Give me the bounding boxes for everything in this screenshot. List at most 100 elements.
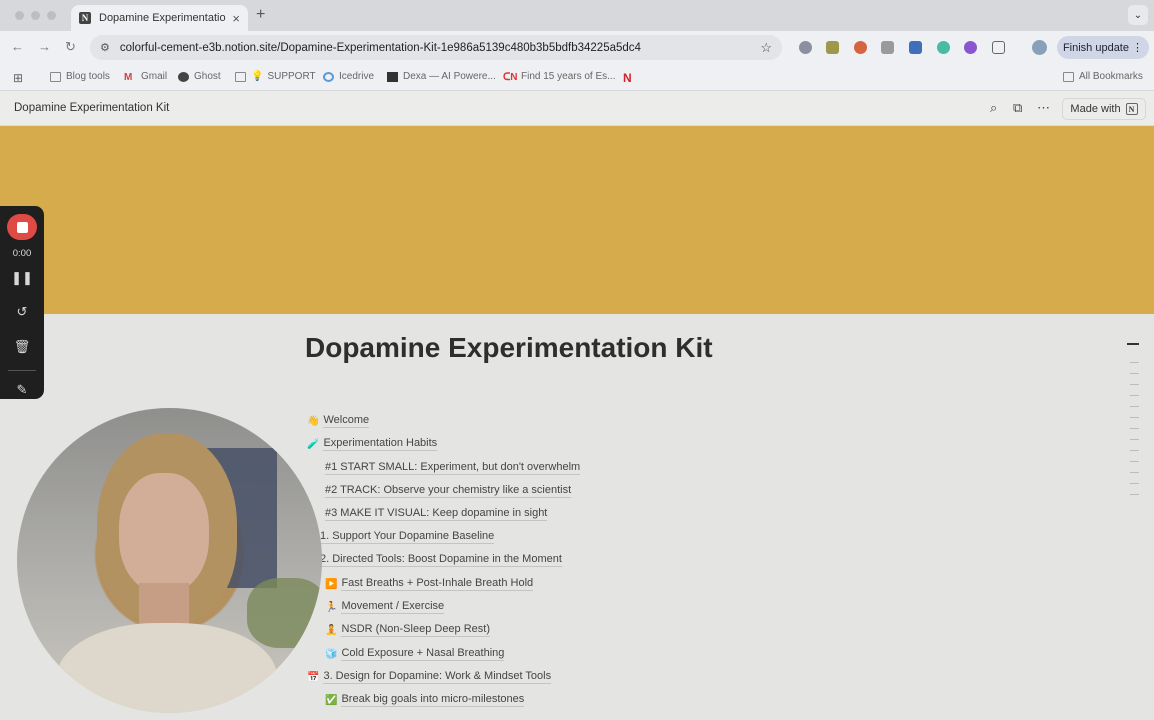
toc-item[interactable]: #3 MAKE IT VISUAL: Keep dopamine in sigh… [325,507,548,521]
stop-recording-button[interactable] [7,214,37,240]
page-header: Dopamine Experimentation Kit [305,332,713,364]
minimap-line [1130,439,1139,440]
bookmark-blog-tools[interactable]: Blog tools [50,71,110,82]
divider [8,370,36,371]
pencil-icon[interactable]: ✎ [0,382,44,398]
toc-item[interactable]: 📅 3. Design for Dopamine: Work & Mindset … [307,670,552,684]
minimap-line [1130,494,1139,495]
more-vertical-icon: ⋮ [1132,42,1144,54]
address-bar[interactable]: ⚙ colorful-cement-e3b.notion.site/Dopami… [90,35,782,60]
bookmark-dexa[interactable]: Dexa — AI Powere... [387,71,496,82]
folder-icon [1063,71,1074,82]
window-zoom-control[interactable] [47,11,56,20]
page-cover [0,126,1154,314]
site-settings-icon[interactable]: ⚙ [100,41,110,54]
bookmarks-bar: ⊞ Blog tools M Gmail Ghost 💡 SUPPORT Icedr… [0,64,1154,91]
webcam-background-plant [247,578,322,648]
url-text: colorful-cement-e3b.notion.site/Dopamine… [119,41,641,54]
window-minimize-control[interactable] [31,11,40,20]
restart-icon[interactable]: ↺ [0,304,44,320]
all-bookmarks[interactable]: All Bookmarks [1063,71,1143,82]
minimap-line [1130,362,1139,363]
cn-logo-icon: ᑕN [503,71,518,83]
toc-item[interactable]: 👋 Welcome [307,414,370,428]
new-tab-icon[interactable]: + [256,6,265,24]
folder-icon [235,71,246,82]
recording-timer: 0:00 [12,248,32,259]
webcam-bubble[interactable] [17,408,322,713]
toc-item[interactable]: 🧘 NSDR (Non-Sleep Deep Rest) [325,623,491,637]
bookmark-icedrive[interactable]: Icedrive [323,71,374,82]
extension-icon[interactable] [854,41,867,54]
toc-item[interactable]: 🏃 Movement / Exercise [325,600,445,614]
bookmark-ghost[interactable]: Ghost [178,71,221,82]
notion-logo-icon: N [1125,103,1138,115]
minimap-line [1130,406,1139,407]
toc-item[interactable]: 2. Directed Tools: Boost Dopamine in the… [320,553,562,567]
trash-icon[interactable]: 🗑 [0,339,44,355]
minimap-line [1130,384,1139,385]
webcam-person-face [119,473,209,593]
extension-icon[interactable] [909,41,922,54]
window-close-control[interactable] [15,11,24,20]
made-with-notion-button[interactable]: Made with N [1062,98,1146,120]
ghost-icon [178,71,189,82]
minimap-line [1130,450,1139,451]
extension-icon[interactable] [826,41,839,54]
extension-icon[interactable] [881,41,894,54]
extension-icon[interactable] [799,41,812,54]
duplicate-icon[interactable]: ⧉ [1013,100,1022,116]
pause-icon[interactable]: ❚❚ [0,270,44,286]
minimap-line [1130,461,1139,462]
bookmark-support[interactable]: 💡 SUPPORT [235,71,316,82]
bookmark-star-icon[interactable]: ☆ [760,40,772,56]
stop-icon [16,221,28,233]
bookmark-gmail[interactable]: M Gmail [124,71,167,83]
search-icon[interactable]: ⌕ [990,100,997,116]
tab-search-chevron-icon[interactable]: ⌄ [1128,5,1148,25]
back-arrow-icon[interactable]: ← [11,39,24,54]
toc-item[interactable]: 🧪 Experimentation Habits [307,437,438,451]
toc-item[interactable]: 🧊 Cold Exposure + Nasal Breathing [325,647,505,661]
gmail-icon: M [124,71,133,83]
notion-favicon-icon: N [79,12,91,24]
lightbulb-icon: 💡 [251,71,264,82]
minimap-line [1130,395,1139,396]
finish-update-button[interactable]: Finish update ⋮ [1057,36,1149,59]
tab-title: Dopamine Experimentation Kit [99,12,227,24]
forward-arrow-icon[interactable]: → [38,39,51,54]
toc-item[interactable]: #2 TRACK: Observe your chemistry like a … [325,484,572,498]
extension-icon[interactable] [937,41,950,54]
minimap-line [1127,343,1139,345]
minimap-line [1130,417,1139,418]
minimap-line [1130,472,1139,473]
toc-item[interactable]: #1 START SMALL: Experiment, but don't ov… [325,461,581,475]
toc-item[interactable]: ✅ Break big goals into micro-milestones [325,693,525,707]
page-title: Dopamine Experimentation Kit [305,332,713,363]
folder-icon [50,71,61,82]
screen-recorder-panel: 0:00 ❚❚ ↺ 🗑 ✎ [0,206,44,399]
minimap-line [1130,373,1139,374]
more-horizontal-icon[interactable]: ⋯ [1037,100,1050,116]
webcam-person-body [57,623,277,713]
icedrive-icon [323,71,334,82]
browser-tab-active[interactable]: N Dopamine Experimentation Kit × [71,5,248,31]
outline-minimap[interactable] [1127,343,1139,505]
close-tab-icon[interactable]: × [232,11,240,26]
breadcrumb[interactable]: Dopamine Experimentation Kit [14,102,169,114]
profile-avatar[interactable] [1032,40,1047,55]
toc-item[interactable]: 1. Support Your Dopamine Baseline [320,530,495,544]
netflix-icon[interactable]: N [623,71,632,85]
browser-tab-bar: N Dopamine Experimentation Kit × + ⌄ [0,0,1154,31]
browser-toolbar: ← → ↻ ⚙ colorful-cement-e3b.notion.site/… [0,31,1154,64]
bookmark-find-15-years[interactable]: ᑕN Find 15 years of Es... [503,71,616,83]
toc-item[interactable]: ▶️ Fast Breaths + Post-Inhale Breath Hold [325,577,534,591]
extension-heart-icon[interactable] [964,41,977,54]
extensions-puzzle-icon[interactable] [992,41,1005,54]
apps-grid-icon[interactable]: ⊞ [13,71,23,85]
reload-icon[interactable]: ↻ [65,39,76,55]
minimap-line [1130,428,1139,429]
minimap-line [1130,483,1139,484]
notion-topbar: Dopamine Experimentation Kit ⌕ ⧉ ⋯ Made … [0,91,1154,126]
dexa-icon [387,71,398,82]
